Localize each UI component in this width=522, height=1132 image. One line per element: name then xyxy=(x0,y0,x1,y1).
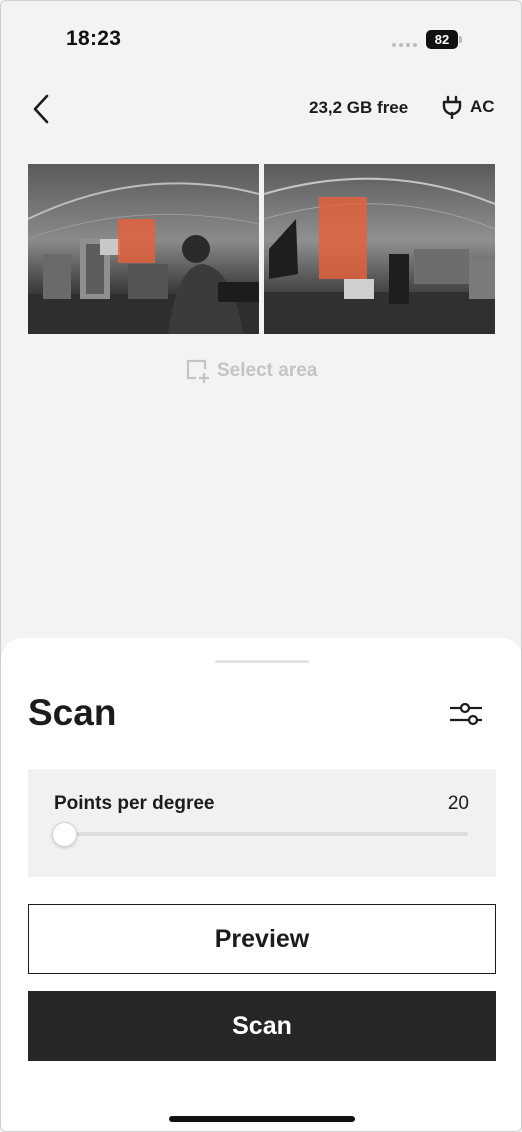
battery-icon: 82 xyxy=(426,30,458,49)
points-per-degree-slider-track[interactable] xyxy=(54,832,468,836)
power-status: AC xyxy=(442,95,495,119)
scan-area-highlight[interactable] xyxy=(319,197,367,279)
points-per-degree-label: Points per degree xyxy=(54,793,215,814)
settings-button[interactable] xyxy=(448,699,484,729)
battery-nub xyxy=(459,36,462,43)
app-screen: 18:23 82 23,2 GB free AC Select area Sca… xyxy=(0,0,522,1132)
panorama-image-right[interactable] xyxy=(264,164,495,334)
storage-free: 23,2 GB free xyxy=(309,98,409,117)
sheet-grabber[interactable] xyxy=(215,660,309,663)
panorama-image-left[interactable] xyxy=(28,164,259,334)
points-per-degree-control: Points per degree 20 xyxy=(28,769,496,877)
preview-button[interactable]: Preview xyxy=(28,904,496,974)
chevron-left-icon xyxy=(33,94,49,124)
points-per-degree-value: 20 xyxy=(447,793,469,814)
select-area-button[interactable]: Select area xyxy=(185,358,317,384)
plug-icon xyxy=(442,95,462,119)
scan-area-highlight[interactable] xyxy=(118,219,155,263)
power-label: AC xyxy=(470,97,495,116)
status-time: 18:23 xyxy=(66,27,122,50)
sheet-title: Scan xyxy=(28,692,117,733)
home-indicator xyxy=(169,1116,355,1122)
back-button[interactable] xyxy=(28,92,58,126)
scan-button[interactable]: Scan xyxy=(28,991,496,1061)
points-per-degree-slider-thumb[interactable] xyxy=(52,822,77,847)
signal-icon xyxy=(392,43,417,47)
select-area-icon xyxy=(186,359,209,383)
sliders-icon xyxy=(450,702,482,726)
scan-bottom-sheet: Scan Points per degree 20 Preview Scan xyxy=(1,638,521,1131)
select-area-label: Select area xyxy=(217,360,318,381)
